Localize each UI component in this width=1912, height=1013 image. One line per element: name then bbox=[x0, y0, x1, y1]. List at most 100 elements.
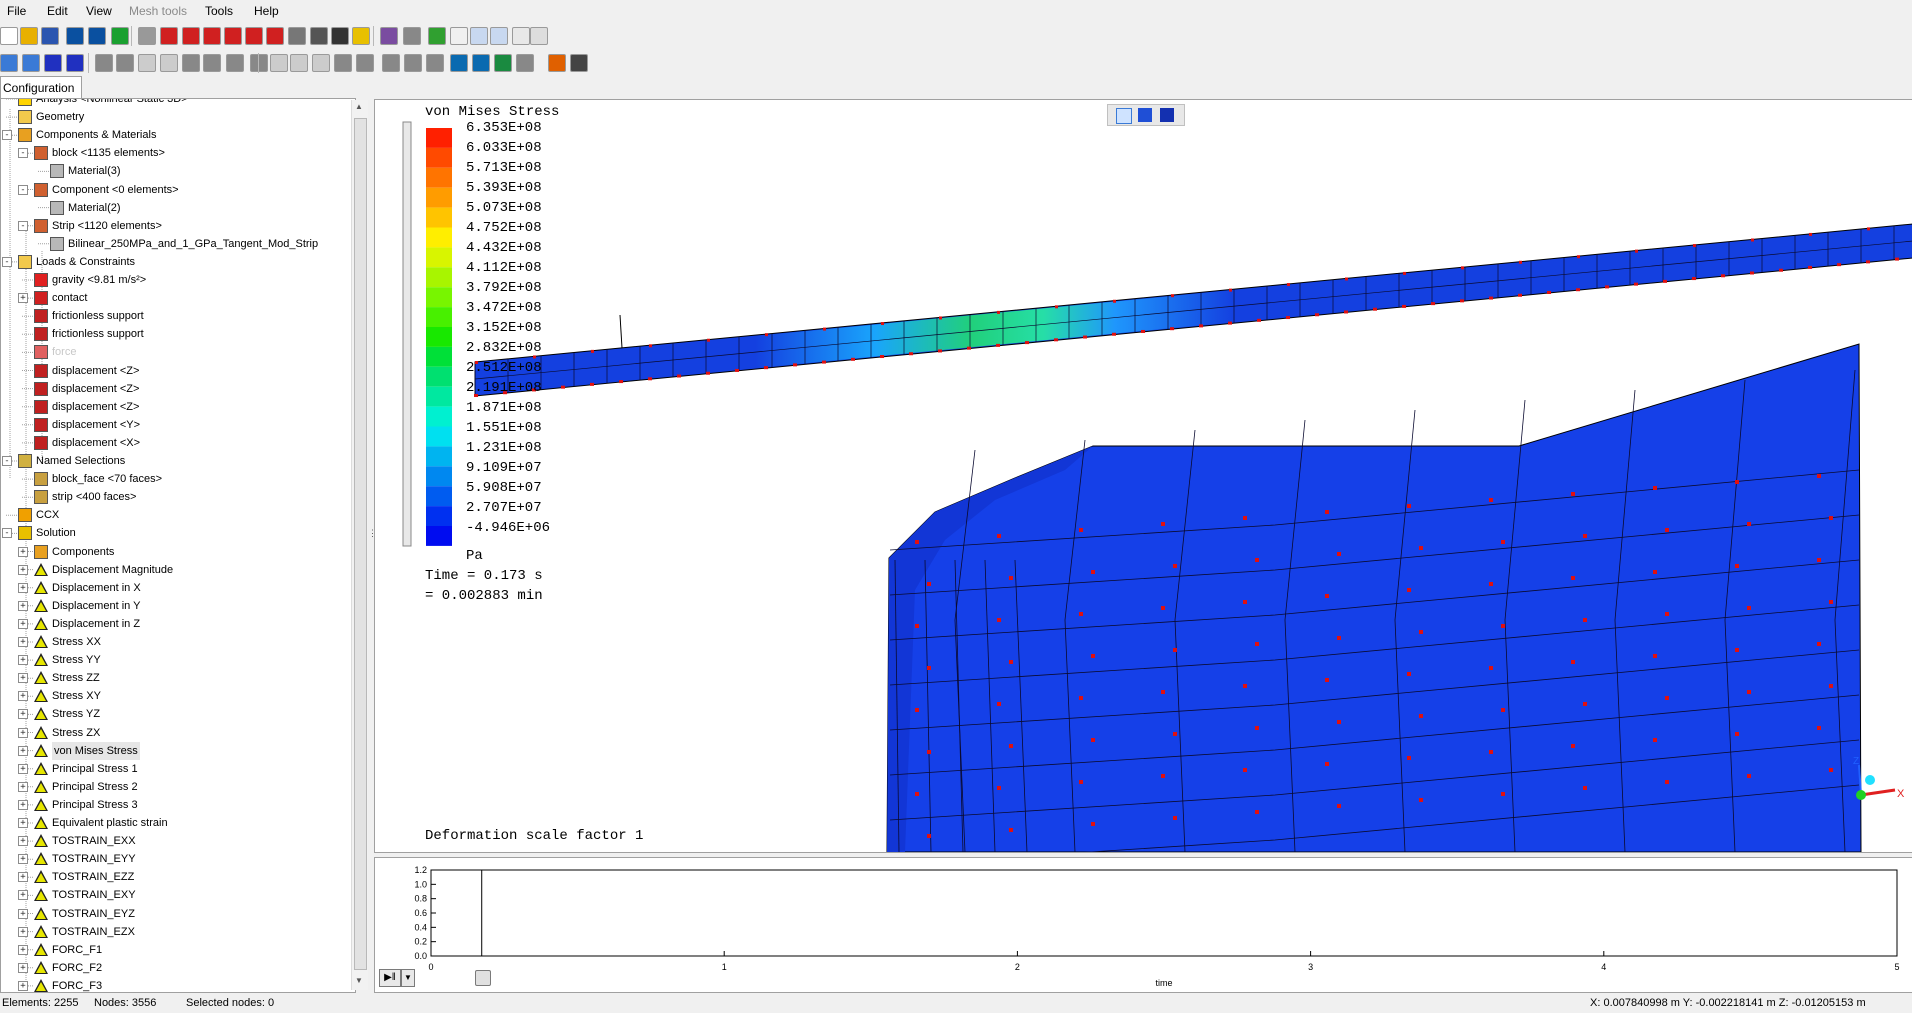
collapse-icon[interactable]: - bbox=[18, 220, 28, 231]
expand-icon[interactable]: + bbox=[18, 293, 28, 304]
tree-item[interactable]: - Component <0 elements> bbox=[1, 181, 341, 199]
model-viewport[interactable]: XZ von Mises Stress 6.353E+08 6.033E+08 5.… bbox=[374, 99, 1912, 853]
tree-item[interactable]: frictionless support bbox=[1, 307, 341, 325]
expand-icon[interactable]: + bbox=[18, 582, 28, 593]
mesh-refine-icon[interactable] bbox=[95, 54, 113, 72]
zoom-fit-icon[interactable] bbox=[288, 27, 306, 45]
expand-icon[interactable]: + bbox=[18, 872, 28, 883]
extrude-icon[interactable] bbox=[312, 54, 330, 72]
tree-icon[interactable] bbox=[356, 54, 374, 72]
tree-item[interactable]: displacement <X> bbox=[1, 434, 341, 452]
collapse-icon[interactable]: - bbox=[2, 256, 12, 267]
expand-icon[interactable]: + bbox=[18, 944, 28, 955]
expand-icon[interactable]: + bbox=[18, 799, 28, 810]
select-node-icon[interactable] bbox=[0, 54, 18, 72]
collapse-icon[interactable]: - bbox=[2, 456, 12, 466]
zoom-icon[interactable] bbox=[310, 27, 328, 45]
tree-item[interactable]: + Stress ZZ bbox=[1, 669, 341, 687]
tree-item[interactable]: + Equivalent plastic strain bbox=[1, 814, 341, 832]
tree-item[interactable]: - Solution bbox=[1, 524, 341, 542]
collapse-icon[interactable]: - bbox=[18, 148, 28, 159]
tree-item[interactable]: + Stress XY bbox=[1, 687, 341, 705]
scroll-up-icon[interactable]: ▲ bbox=[355, 102, 363, 111]
tree-item[interactable]: Material(2) bbox=[1, 199, 341, 217]
tree-item[interactable]: + TOSTRAIN_EZZ bbox=[1, 868, 341, 886]
copy-icon[interactable] bbox=[203, 54, 221, 72]
select-face-icon[interactable] bbox=[22, 54, 40, 72]
tree-item[interactable]: + contact bbox=[1, 289, 341, 307]
tree-item[interactable]: + Displacement Magnitude bbox=[1, 561, 341, 579]
table-icon[interactable] bbox=[570, 54, 588, 72]
slider-left-icon[interactable] bbox=[512, 27, 530, 45]
tree-item[interactable]: + TOSTRAIN_EXX bbox=[1, 832, 341, 850]
surface-icon[interactable] bbox=[450, 27, 468, 45]
tree-item[interactable]: displacement <Y> bbox=[1, 416, 341, 434]
tree-item[interactable]: block_face <70 faces> bbox=[1, 470, 341, 488]
solid-view-icon[interactable] bbox=[1160, 108, 1174, 122]
view-back-icon[interactable] bbox=[182, 27, 200, 45]
expand-icon[interactable]: + bbox=[18, 691, 28, 702]
collapse-icon[interactable]: - bbox=[2, 528, 12, 539]
grid-icon[interactable] bbox=[516, 54, 534, 72]
tree-item[interactable]: + FORC_F3 bbox=[1, 977, 341, 992]
expand-icon[interactable]: + bbox=[18, 836, 28, 847]
menu-tools[interactable]: Tools bbox=[205, 4, 233, 18]
select-icon[interactable] bbox=[380, 27, 398, 45]
tree-item[interactable]: + Stress XX bbox=[1, 633, 341, 651]
merge-icon[interactable] bbox=[270, 54, 288, 72]
legend-icon[interactable] bbox=[494, 54, 512, 72]
tree-item[interactable]: + Principal Stress 1 bbox=[1, 760, 341, 778]
collapse-icon[interactable]: - bbox=[2, 130, 12, 141]
expand-icon[interactable]: + bbox=[18, 962, 28, 973]
wireframe-view-icon[interactable] bbox=[1116, 108, 1132, 124]
tree-item[interactable]: displacement <Z> bbox=[1, 398, 341, 416]
tree-item[interactable]: + TOSTRAIN_EYY bbox=[1, 850, 341, 868]
new-file-icon[interactable] bbox=[0, 27, 18, 45]
layer-icon[interactable] bbox=[428, 27, 446, 45]
view-right-icon[interactable] bbox=[224, 27, 242, 45]
measure-icon[interactable] bbox=[382, 54, 400, 72]
expand-icon[interactable]: + bbox=[18, 655, 28, 666]
menu-file[interactable]: File bbox=[7, 4, 26, 18]
collapse-icon[interactable]: - bbox=[18, 184, 28, 195]
expand-icon[interactable]: + bbox=[18, 890, 28, 901]
play-pause-button[interactable]: ▶‖ bbox=[379, 969, 401, 987]
expand-icon[interactable]: + bbox=[18, 709, 28, 720]
tree-item[interactable]: gravity <9.81 m/s²> bbox=[1, 271, 341, 289]
expand-icon[interactable]: + bbox=[18, 618, 28, 629]
group-icon[interactable] bbox=[226, 54, 244, 72]
timeline-plot[interactable]: 1.2 1.0 0.8 0.6 0.4 0.2 0.00 1 2 3 4 5 time bbox=[375, 858, 1912, 992]
tree-item[interactable]: + Stress YZ bbox=[1, 705, 341, 723]
tree-item[interactable]: + TOSTRAIN_EZX bbox=[1, 923, 341, 941]
split-icon[interactable] bbox=[250, 54, 268, 72]
tree-item[interactable]: + Displacement in Z bbox=[1, 615, 341, 633]
block-body[interactable] bbox=[886, 343, 1862, 852]
slider-track-icon[interactable] bbox=[530, 27, 548, 45]
tree-item[interactable]: displacement <Z> bbox=[1, 362, 341, 380]
shaded-view-icon[interactable] bbox=[1138, 108, 1152, 122]
tree-item[interactable]: CCX bbox=[1, 506, 341, 524]
tree-item[interactable]: + Stress YY bbox=[1, 651, 341, 669]
expand-icon[interactable]: + bbox=[18, 727, 28, 738]
tree-item[interactable]: + Components bbox=[1, 543, 341, 561]
tree-item[interactable]: - Components & Materials bbox=[1, 126, 341, 144]
delete-icon[interactable] bbox=[182, 54, 200, 72]
expand-icon[interactable]: + bbox=[18, 854, 28, 865]
timeline-plot-area[interactable] bbox=[430, 869, 1898, 957]
tree-item[interactable]: + Stress ZX bbox=[1, 724, 341, 742]
tree-item[interactable]: Bilinear_250MPa_and_1_GPa_Tangent_Mod_St… bbox=[1, 235, 341, 253]
save-icon[interactable] bbox=[41, 27, 59, 45]
tree-item[interactable]: displacement <Z> bbox=[1, 380, 341, 398]
tree-item[interactable]: + Principal Stress 2 bbox=[1, 778, 341, 796]
expand-icon[interactable]: + bbox=[18, 745, 28, 756]
mesh-icon[interactable] bbox=[111, 27, 129, 45]
expand-icon[interactable]: + bbox=[18, 818, 28, 828]
tree-item[interactable]: - Loads & Constraints bbox=[1, 253, 341, 271]
tree-item[interactable]: - Strip <1120 elements> bbox=[1, 217, 341, 235]
view-top-icon[interactable] bbox=[245, 27, 263, 45]
expand-icon[interactable]: + bbox=[18, 546, 28, 557]
play-options-dropdown[interactable]: ▼ bbox=[401, 969, 415, 987]
tree-item[interactable]: strip <400 faces> bbox=[1, 488, 341, 506]
menu-view[interactable]: View bbox=[86, 4, 112, 18]
tree-item[interactable]: + FORC_F1 bbox=[1, 941, 341, 959]
